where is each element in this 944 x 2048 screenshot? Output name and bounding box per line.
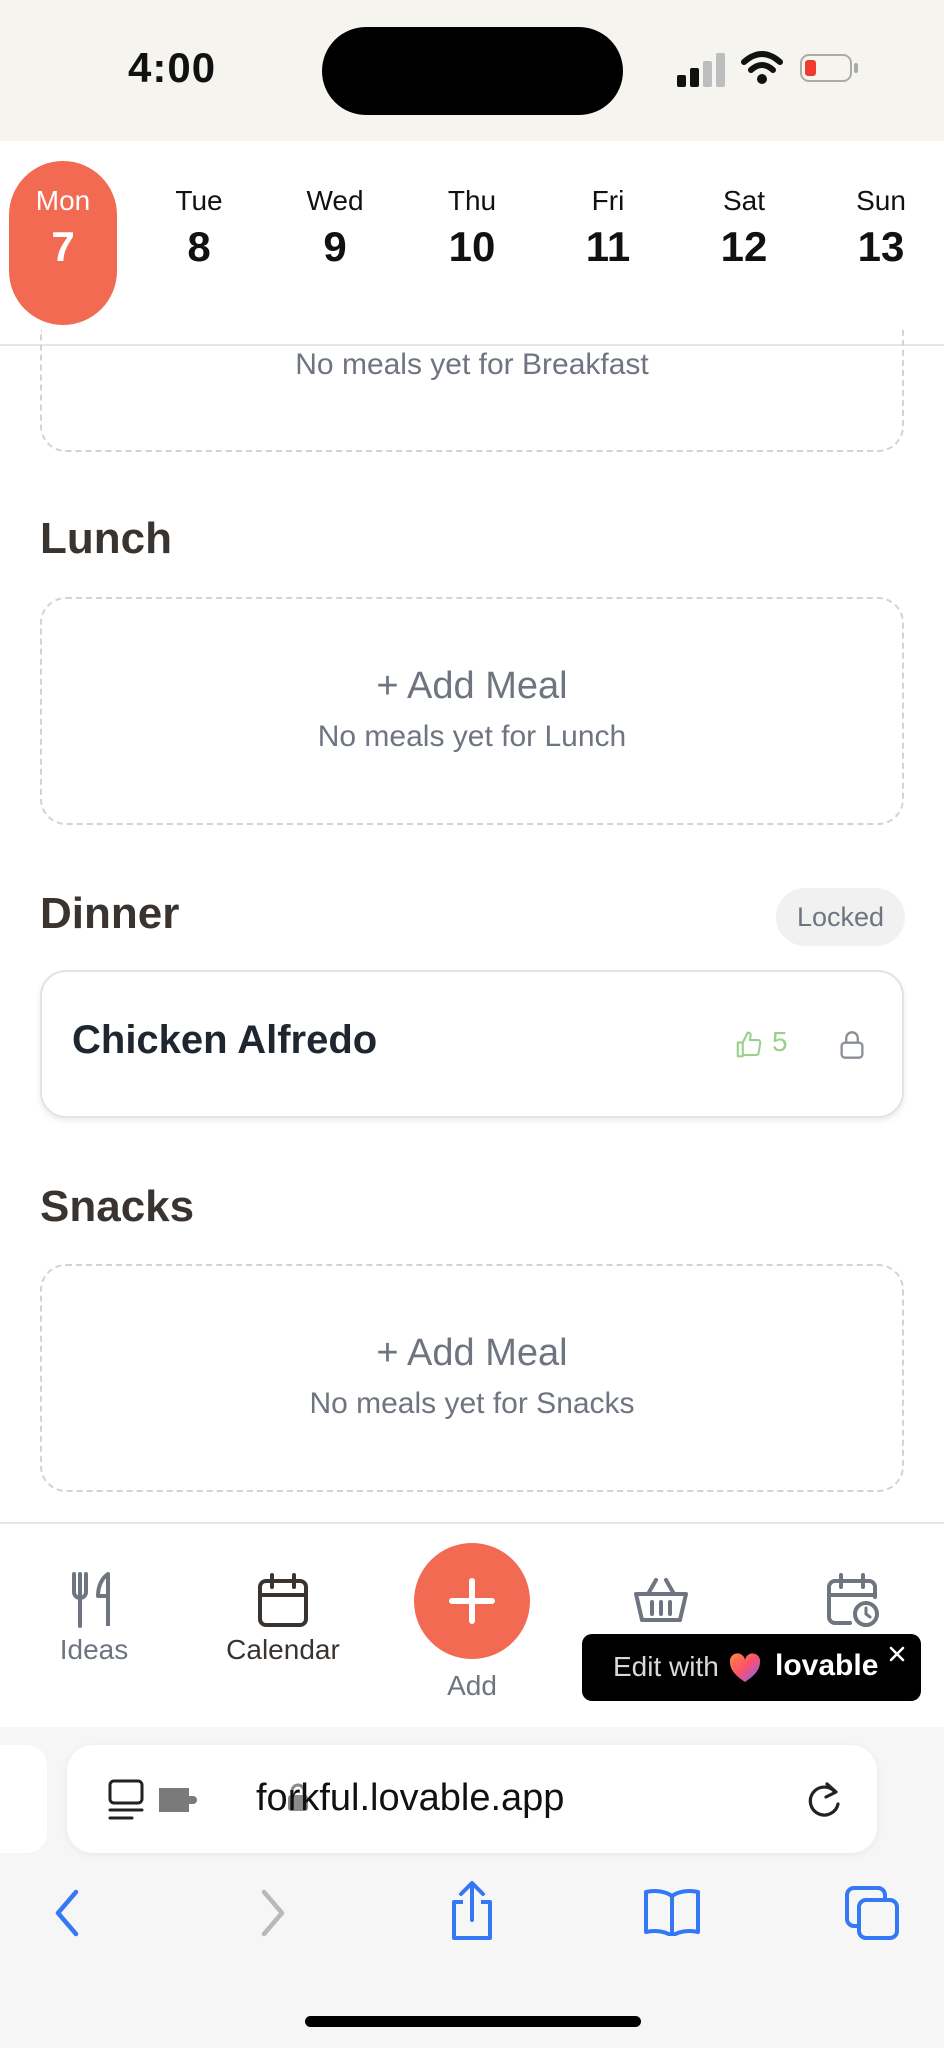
day-number: 8 bbox=[187, 223, 211, 270]
day-tue[interactable]: Tue 8 bbox=[145, 161, 253, 325]
day-mon[interactable]: Mon 7 bbox=[9, 161, 117, 325]
extension-icon[interactable] bbox=[157, 1784, 199, 1816]
status-time: 4:00 bbox=[128, 44, 217, 91]
nav-calendar[interactable]: Calendar bbox=[213, 1572, 353, 1666]
add-fab-button[interactable] bbox=[414, 1543, 530, 1659]
wifi-icon bbox=[741, 51, 783, 84]
back-icon[interactable] bbox=[52, 1888, 82, 1938]
day-name: Mon bbox=[35, 185, 91, 216]
url-text[interactable]: forkful.lovable.app bbox=[256, 1777, 564, 1820]
lovable-prefix: Edit with bbox=[613, 1651, 719, 1682]
status-bar: 4:00 bbox=[0, 0, 944, 141]
fork-knife-icon bbox=[72, 1572, 110, 1628]
heart-icon bbox=[729, 1653, 761, 1682]
thumbs-up-icon[interactable] bbox=[734, 1030, 764, 1060]
day-name: Sat bbox=[722, 185, 766, 216]
day-sun[interactable]: Sun 13 bbox=[827, 161, 935, 325]
nav-add-label: Add bbox=[447, 1670, 497, 1701]
breakfast-empty-text: No meals yet for Breakfast bbox=[295, 348, 649, 381]
day-sat[interactable]: Sat 12 bbox=[690, 161, 798, 325]
edit-with-lovable-badge[interactable]: Edit with lovable bbox=[582, 1634, 921, 1701]
close-icon[interactable] bbox=[887, 1644, 907, 1664]
lunch-title: Lunch bbox=[40, 514, 172, 563]
tabs-icon[interactable] bbox=[845, 1886, 901, 1940]
day-number: 9 bbox=[323, 223, 347, 270]
cellular-signal-icon bbox=[677, 53, 725, 87]
meal-name: Chicken Alfredo bbox=[72, 1018, 378, 1062]
like-count: 5 bbox=[772, 1026, 788, 1057]
dynamic-island bbox=[322, 27, 623, 115]
meal-card[interactable]: Chicken Alfredo 5 bbox=[40, 970, 904, 1118]
forward-icon[interactable] bbox=[258, 1888, 288, 1938]
previous-tab-preview[interactable] bbox=[0, 1745, 47, 1853]
snacks-title: Snacks bbox=[40, 1182, 195, 1231]
lunch-empty-text: No meals yet for Lunch bbox=[317, 720, 627, 753]
snacks-empty-text: No meals yet for Snacks bbox=[309, 1387, 635, 1420]
reload-icon[interactable] bbox=[805, 1780, 843, 1820]
basket-icon[interactable] bbox=[634, 1576, 688, 1624]
lovable-brand: lovable bbox=[775, 1649, 879, 1682]
reader-icon[interactable] bbox=[108, 1779, 144, 1821]
day-name: Thu bbox=[447, 185, 497, 216]
week-strip: Mon 7 Tue 8 Wed 9 Thu 10 Fri 11 Sat 12 S… bbox=[0, 141, 944, 346]
day-name: Sun bbox=[856, 185, 906, 216]
locked-badge: Locked bbox=[776, 888, 905, 946]
day-number: 10 bbox=[448, 223, 496, 270]
snacks-add-meal-button[interactable]: + Add Meal bbox=[42, 1332, 902, 1375]
day-wed[interactable]: Wed 9 bbox=[281, 161, 389, 325]
bookmarks-icon[interactable] bbox=[643, 1888, 701, 1936]
share-icon[interactable] bbox=[448, 1880, 496, 1942]
day-fri[interactable]: Fri 11 bbox=[554, 161, 662, 325]
day-number: 11 bbox=[585, 223, 631, 270]
plus-icon bbox=[449, 1578, 495, 1624]
day-number: 12 bbox=[720, 223, 768, 270]
calendar-clock-icon[interactable] bbox=[826, 1572, 880, 1628]
dinner-title: Dinner bbox=[40, 889, 180, 938]
nav-ideas[interactable]: Ideas bbox=[44, 1572, 144, 1666]
day-name: Wed bbox=[306, 185, 364, 216]
breakfast-empty-card[interactable]: No meals yet for Breakfast bbox=[40, 330, 904, 452]
calendar-icon bbox=[258, 1573, 308, 1627]
day-thu[interactable]: Thu 10 bbox=[418, 161, 526, 325]
nav-calendar-label: Calendar bbox=[226, 1634, 340, 1665]
snacks-empty-card[interactable]: + Add Meal No meals yet for Snacks bbox=[40, 1264, 904, 1492]
nav-ideas-label: Ideas bbox=[59, 1634, 129, 1665]
lunch-add-meal-button[interactable]: + Add Meal bbox=[42, 665, 902, 708]
day-name: Fri bbox=[591, 185, 625, 216]
battery-icon bbox=[800, 54, 860, 84]
day-number: 7 bbox=[51, 223, 75, 270]
lock-icon[interactable] bbox=[838, 1030, 866, 1060]
lunch-empty-card[interactable]: + Add Meal No meals yet for Lunch bbox=[40, 597, 904, 825]
day-name: Tue bbox=[175, 185, 223, 216]
day-number: 13 bbox=[857, 223, 905, 270]
home-indicator bbox=[305, 2016, 641, 2027]
